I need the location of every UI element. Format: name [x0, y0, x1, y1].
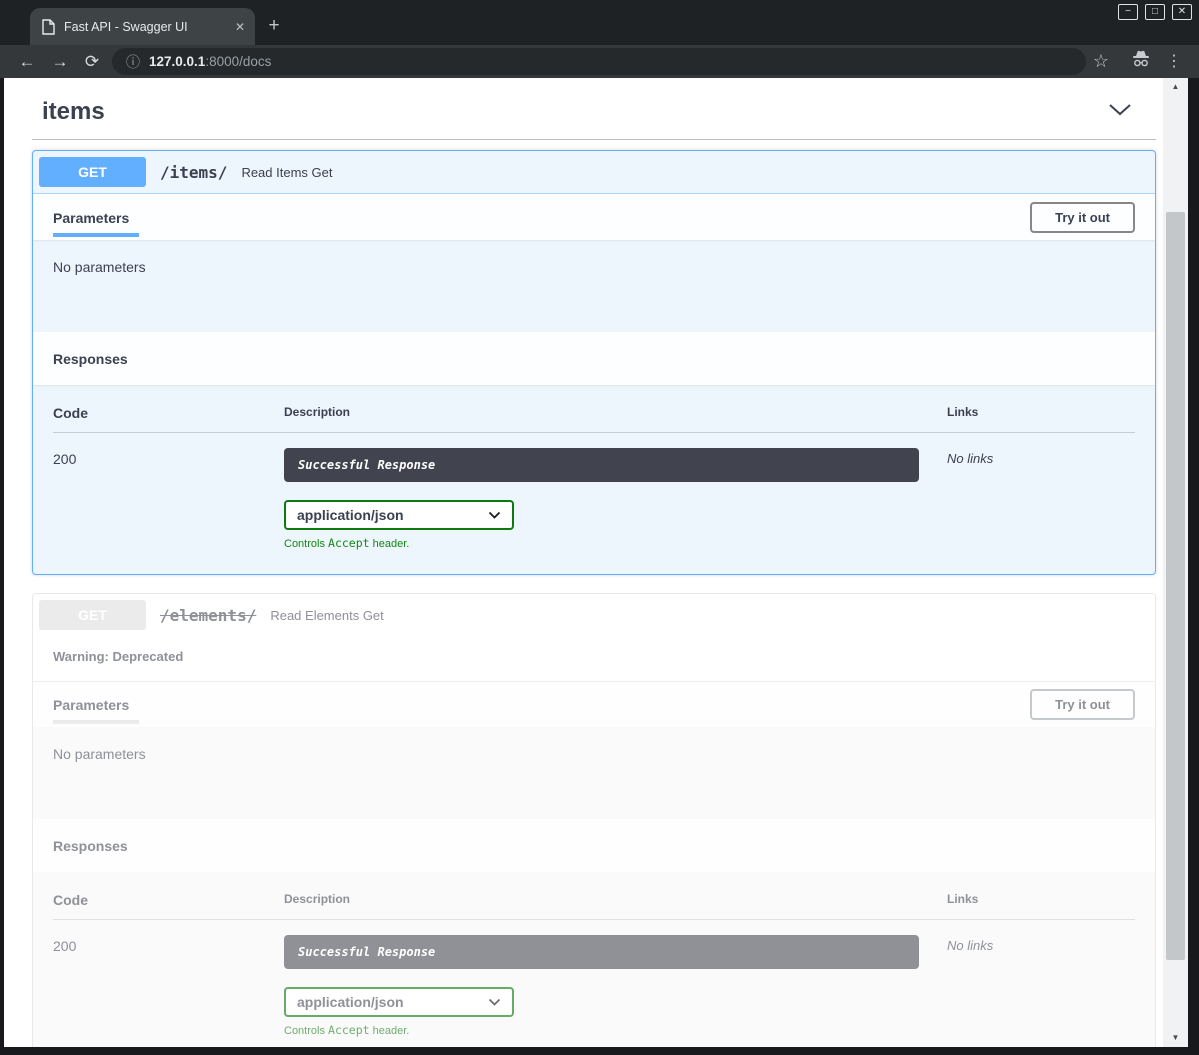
response-description-text: Successful Response — [298, 458, 435, 472]
accept-code: Accept — [328, 1023, 370, 1037]
parameters-section-header: Parameters Try it out — [33, 681, 1155, 727]
browser-menu-icon[interactable]: ⋮ — [1161, 48, 1187, 75]
site-info-icon[interactable]: ⓘ — [126, 52, 140, 72]
window-minimize-button[interactable]: − — [1118, 4, 1138, 20]
browser-toolbar: ← → ⟳ ⓘ 127.0.0.1:8000/docs ☆ ⋮ — [0, 45, 1199, 78]
responses-table: Code Description Links 200 Successful Re… — [33, 385, 1155, 574]
column-code: Code — [53, 892, 284, 908]
incognito-icon — [1128, 48, 1154, 75]
page-content: items GET /items/ Read Items Get Paramet… — [4, 78, 1163, 1047]
response-description-box: Successful Response — [284, 935, 919, 969]
url-path: :8000/docs — [205, 54, 271, 69]
scrollbar-thumb[interactable] — [1166, 212, 1185, 960]
tab-close-icon[interactable]: ✕ — [235, 20, 245, 34]
responses-table-header: Code Description Links — [53, 405, 1135, 433]
tab-parameters[interactable]: Parameters — [53, 210, 139, 237]
media-type-select[interactable]: application/json — [284, 987, 514, 1017]
tag-title: items — [42, 98, 105, 126]
select-chevron-icon — [488, 998, 501, 1006]
address-bar[interactable]: ⓘ 127.0.0.1:8000/docs — [112, 48, 1086, 75]
back-icon[interactable]: ← — [14, 48, 40, 75]
column-description: Description — [284, 892, 947, 908]
method-badge: GET — [39, 600, 146, 630]
scrollbar[interactable]: ▲ ▼ — [1163, 78, 1188, 1047]
bookmark-star-icon[interactable]: ☆ — [1088, 48, 1114, 75]
try-it-out-button[interactable]: Try it out — [1030, 202, 1135, 233]
reload-icon[interactable]: ⟳ — [79, 48, 105, 75]
responses-title: Responses — [53, 351, 128, 367]
scroll-up-icon[interactable]: ▲ — [1163, 80, 1188, 94]
responses-title: Responses — [53, 838, 128, 854]
operation-summary[interactable]: GET /items/ Read Items Get — [33, 151, 1155, 194]
status-code: 200 — [53, 448, 284, 550]
response-description-text: Successful Response — [298, 945, 435, 959]
forward-icon[interactable]: → — [47, 48, 73, 75]
window-maximize-button[interactable]: □ — [1145, 4, 1165, 20]
accept-header-note: Controls Accept header. — [284, 536, 919, 550]
opblock-get-items: GET /items/ Read Items Get Parameters Tr… — [32, 150, 1156, 575]
no-parameters-text: No parameters — [53, 259, 146, 275]
media-type-value: application/json — [297, 507, 404, 523]
links-value: No links — [947, 935, 1135, 1037]
browser-titlebar: Fast API - Swagger UI ✕ + − □ ✕ — [0, 0, 1199, 45]
column-links: Links — [947, 405, 1135, 421]
parameters-body: No parameters — [33, 727, 1155, 819]
responses-table-header: Code Description Links — [53, 892, 1135, 920]
response-row: 200 Successful Response application/json — [53, 920, 1135, 1037]
column-links: Links — [947, 892, 1135, 908]
media-type-select[interactable]: application/json — [284, 500, 514, 530]
operation-summary-text: Read Items Get — [241, 165, 332, 180]
parameters-body: No parameters — [33, 240, 1155, 332]
window-controls: − □ ✕ — [1118, 4, 1192, 20]
window-close-button[interactable]: ✕ — [1172, 4, 1192, 20]
deprecation-warning: Warning: Deprecated — [33, 636, 1155, 681]
browser-tab[interactable]: Fast API - Swagger UI ✕ — [30, 8, 255, 45]
url-host: 127.0.0.1 — [149, 54, 205, 69]
try-it-out-button[interactable]: Try it out — [1030, 689, 1135, 720]
links-value: No links — [947, 448, 1135, 550]
operation-summary-text: Read Elements Get — [270, 608, 383, 623]
responses-table: Code Description Links 200 Successful Re… — [33, 872, 1155, 1047]
scroll-down-icon[interactable]: ▼ — [1163, 1031, 1188, 1045]
tab-parameters[interactable]: Parameters — [53, 697, 139, 724]
new-tab-button[interactable]: + — [262, 14, 286, 38]
parameters-section-header: Parameters Try it out — [33, 194, 1155, 240]
media-type-value: application/json — [297, 994, 404, 1010]
no-parameters-text: No parameters — [53, 746, 146, 762]
method-badge: GET — [39, 157, 146, 187]
select-chevron-icon — [488, 511, 501, 519]
responses-section-header: Responses — [33, 819, 1155, 872]
chevron-down-icon[interactable] — [1108, 103, 1132, 121]
column-description: Description — [284, 405, 947, 421]
response-description-box: Successful Response — [284, 448, 919, 482]
operation-path: /items/ — [156, 163, 231, 182]
response-row: 200 Successful Response application/json — [53, 433, 1135, 550]
operation-summary[interactable]: GET /elements/ Read Elements Get — [33, 594, 1155, 636]
responses-section-header: Responses — [33, 332, 1155, 385]
accept-code: Accept — [328, 536, 370, 550]
operation-path: /elements/ — [156, 606, 260, 625]
tab-title: Fast API - Swagger UI — [64, 20, 226, 34]
tag-section-header[interactable]: items — [32, 86, 1156, 140]
opblock-get-elements-deprecated: GET /elements/ Read Elements Get Warning… — [32, 593, 1156, 1047]
column-code: Code — [53, 405, 284, 421]
url-text: 127.0.0.1:8000/docs — [149, 54, 271, 69]
status-code: 200 — [53, 935, 284, 1037]
accept-header-note: Controls Accept header. — [284, 1023, 919, 1037]
page-favicon-icon — [42, 19, 55, 35]
